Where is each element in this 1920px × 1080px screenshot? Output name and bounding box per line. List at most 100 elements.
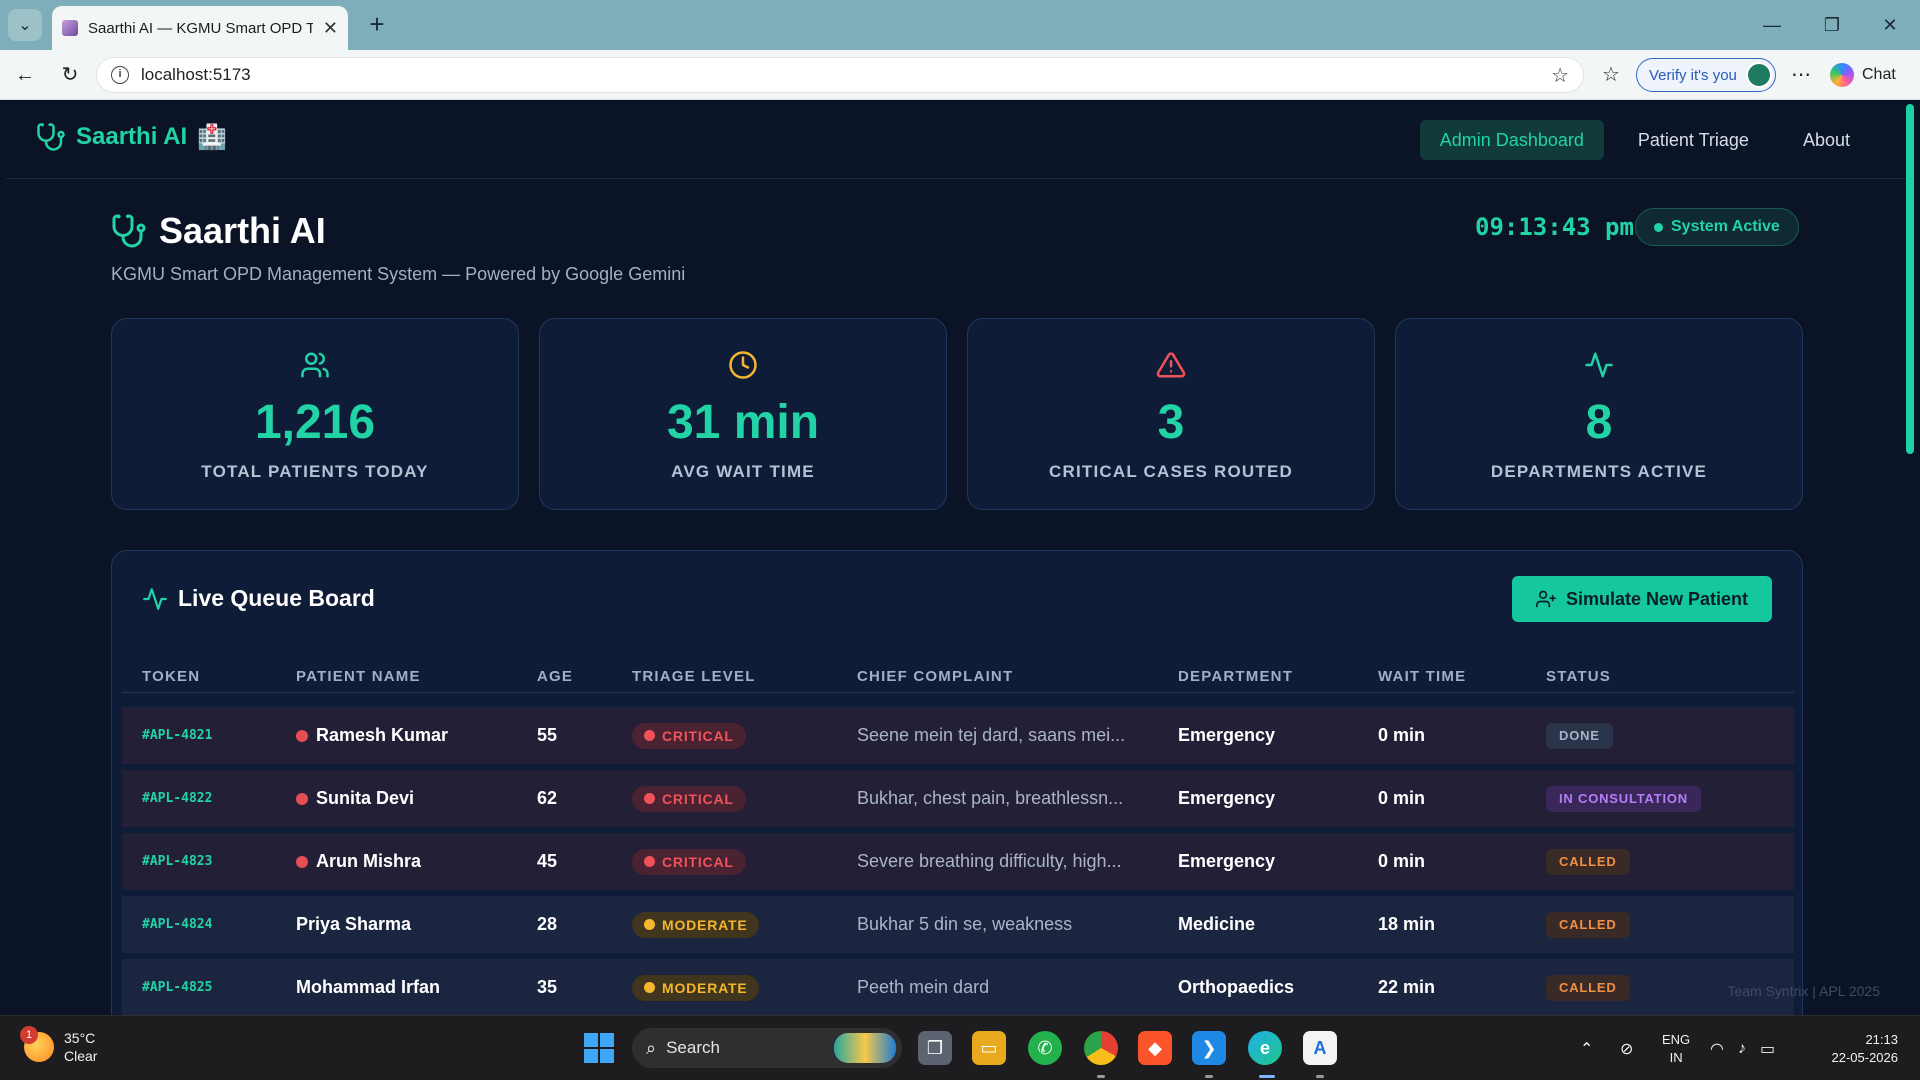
- favorite-star-icon[interactable]: ☆: [1551, 63, 1569, 88]
- stat-label: DEPARTMENTS ACTIVE: [1490, 462, 1708, 481]
- simulate-button-label: Simulate New Patient: [1565, 588, 1748, 609]
- brave-icon[interactable]: ◆: [1138, 1031, 1172, 1065]
- users-icon: [300, 349, 330, 381]
- more-options-icon[interactable]: ⋯: [1786, 60, 1816, 90]
- running-indicator: [1097, 1075, 1105, 1078]
- brand-logo[interactable]: Saarthi AI 🏥: [36, 122, 227, 152]
- table-row[interactable]: #APL-4823 Arun Mishra 45 CRITICAL Severe…: [122, 833, 1794, 890]
- close-icon[interactable]: ✕: [323, 18, 338, 39]
- column-header[interactable]: PATIENT NAME: [296, 668, 421, 685]
- table-row[interactable]: #APL-4824 Priya Sharma 28 MODERATE Bukha…: [122, 896, 1794, 953]
- footer-watermark: Team Syntrix | APL 2025: [1727, 983, 1880, 999]
- triage-dot-icon: [644, 919, 655, 930]
- status-badge[interactable]: CALLED: [1546, 974, 1630, 1001]
- table-row[interactable]: #APL-4822 Sunita Devi 62 CRITICAL Bukhar…: [122, 770, 1794, 827]
- complaint-cell: Peeth mein dard: [857, 977, 990, 997]
- column-header[interactable]: TOKEN: [142, 668, 200, 685]
- stethoscope-icon: [37, 123, 65, 151]
- wait-time-cell: 22 min: [1378, 977, 1436, 997]
- reload-button[interactable]: ↻: [55, 60, 85, 90]
- patient-name-cell: Sunita Devi: [296, 770, 414, 827]
- column-header[interactable]: AGE: [537, 668, 573, 685]
- maximize-button[interactable]: ❐: [1812, 10, 1852, 40]
- tray-overflow-icon[interactable]: ⌃: [1580, 1016, 1593, 1080]
- taskbar-search[interactable]: ⌕ Search: [632, 1028, 902, 1068]
- running-indicator: [1205, 1075, 1213, 1078]
- weather-desc: Clear: [64, 1048, 98, 1064]
- start-button[interactable]: [584, 1033, 614, 1063]
- chat-label: Chat: [1862, 66, 1896, 83]
- network-off-icon[interactable]: ⊘: [1620, 1016, 1633, 1080]
- window-close-button[interactable]: ✕: [1870, 10, 1910, 40]
- address-bar[interactable]: i localhost:5173 ☆: [96, 57, 1584, 93]
- browser-tab[interactable]: Saarthi AI — KGMU Smart OPD Tri ✕: [52, 6, 348, 50]
- complaint-cell: Bukhar, chest pain, breathlessn...: [857, 788, 1124, 808]
- triage-badge: CRITICAL: [632, 722, 746, 749]
- avatar: [1746, 62, 1772, 88]
- language-indicator[interactable]: ENG IN: [1662, 1016, 1690, 1080]
- edge-icon[interactable]: e: [1248, 1031, 1282, 1065]
- table-row[interactable]: #APL-4825 Mohammad Irfan 35 MODERATE Pee…: [122, 959, 1794, 1015]
- complaint-cell: Severe breathing difficulty, high...: [857, 851, 1122, 871]
- task-view-icon[interactable]: ❐: [918, 1031, 952, 1065]
- system-tray-icons[interactable]: ◠ ♪ ▭: [1710, 1016, 1775, 1080]
- battery-icon: ▭: [1759, 1040, 1776, 1058]
- wifi-icon: ◠: [1710, 1040, 1724, 1058]
- column-header[interactable]: DEPARTMENT: [1178, 668, 1293, 685]
- windows-taskbar: 1 35°C Clear ⌕ Search ❐ ▭ ✆ ◆ ❯ e A ⌃ ⊘ …: [0, 1015, 1920, 1080]
- nav-about[interactable]: About: [1783, 120, 1870, 160]
- triage-label: CRITICAL: [662, 853, 734, 870]
- copilot-icon: [1830, 63, 1854, 87]
- page-scrollbar[interactable]: [1906, 100, 1914, 1015]
- nav-patient-triage[interactable]: Patient Triage: [1618, 120, 1769, 160]
- file-explorer-icon[interactable]: ▭: [972, 1031, 1006, 1065]
- simulate-new-patient-button[interactable]: Simulate New Patient: [1511, 576, 1772, 622]
- wait-time-cell: 0 min: [1378, 725, 1426, 745]
- token-cell: #APL-4824: [142, 917, 213, 932]
- activity-icon: [143, 587, 167, 610]
- app-store-icon[interactable]: A: [1303, 1031, 1337, 1065]
- chevron-down-icon: ⌄: [18, 17, 32, 34]
- vscode-icon[interactable]: ❯: [1192, 1031, 1226, 1065]
- stat-label: TOTAL PATIENTS TODAY: [201, 462, 429, 481]
- chrome-icon[interactable]: [1084, 1031, 1118, 1065]
- stat-card-total-patients: 1,216 TOTAL PATIENTS TODAY: [111, 318, 519, 510]
- status-badge[interactable]: CALLED: [1546, 911, 1630, 938]
- table-row[interactable]: #APL-4821 Ramesh Kumar 55 CRITICAL Seene…: [122, 707, 1794, 764]
- status-badge[interactable]: CALLED: [1546, 848, 1630, 875]
- weather-widget[interactable]: 1 35°C Clear: [20, 1026, 98, 1065]
- minimize-button[interactable]: —: [1752, 10, 1792, 40]
- status-badge[interactable]: IN CONSULTATION: [1546, 785, 1701, 812]
- nav-admin-dashboard[interactable]: Admin Dashboard: [1419, 120, 1604, 160]
- verify-profile-button[interactable]: Verify it's you: [1636, 58, 1776, 92]
- column-header[interactable]: CHIEF COMPLAINT: [857, 668, 1013, 685]
- alert-triangle-icon: [1156, 349, 1186, 381]
- patient-name: Mohammad Irfan: [296, 977, 441, 997]
- whatsapp-icon[interactable]: ✆: [1028, 1031, 1062, 1065]
- scrollbar-thumb[interactable]: [1906, 104, 1914, 454]
- patient-name-cell: Mohammad Irfan: [296, 959, 440, 1015]
- stat-value: 3: [1157, 396, 1185, 449]
- tab-actions-menu[interactable]: ⌄: [8, 9, 42, 41]
- copilot-chat-button[interactable]: Chat: [1830, 60, 1910, 90]
- column-header[interactable]: STATUS: [1546, 668, 1611, 685]
- department-cell: Emergency: [1178, 788, 1276, 808]
- back-button[interactable]: ←: [10, 60, 40, 90]
- triage-cell: MODERATE: [632, 896, 760, 953]
- triage-badge: CRITICAL: [632, 848, 746, 875]
- clock-date[interactable]: 21:13 22-05-2026: [1818, 1016, 1899, 1080]
- url-text[interactable]: localhost:5173: [141, 65, 1539, 85]
- stat-label: CRITICAL CASES ROUTED: [1048, 462, 1293, 481]
- column-header[interactable]: TRIAGE LEVEL: [632, 668, 756, 685]
- favorites-icon[interactable]: ☆: [1596, 60, 1626, 90]
- new-tab-button[interactable]: +: [362, 10, 392, 40]
- status-badge[interactable]: DONE: [1546, 722, 1613, 749]
- stat-value: 8: [1585, 396, 1613, 449]
- triage-badge: MODERATE: [632, 911, 760, 938]
- nav-links: Admin Dashboard Patient Triage About: [1419, 120, 1870, 160]
- site-info-icon[interactable]: i: [111, 66, 129, 84]
- triage-dot-icon: [644, 793, 655, 804]
- stats-row: 1,216 TOTAL PATIENTS TODAY 31 min AVG WA…: [111, 318, 1803, 510]
- column-header[interactable]: WAIT TIME: [1378, 668, 1466, 685]
- critical-dot-icon: [296, 855, 308, 868]
